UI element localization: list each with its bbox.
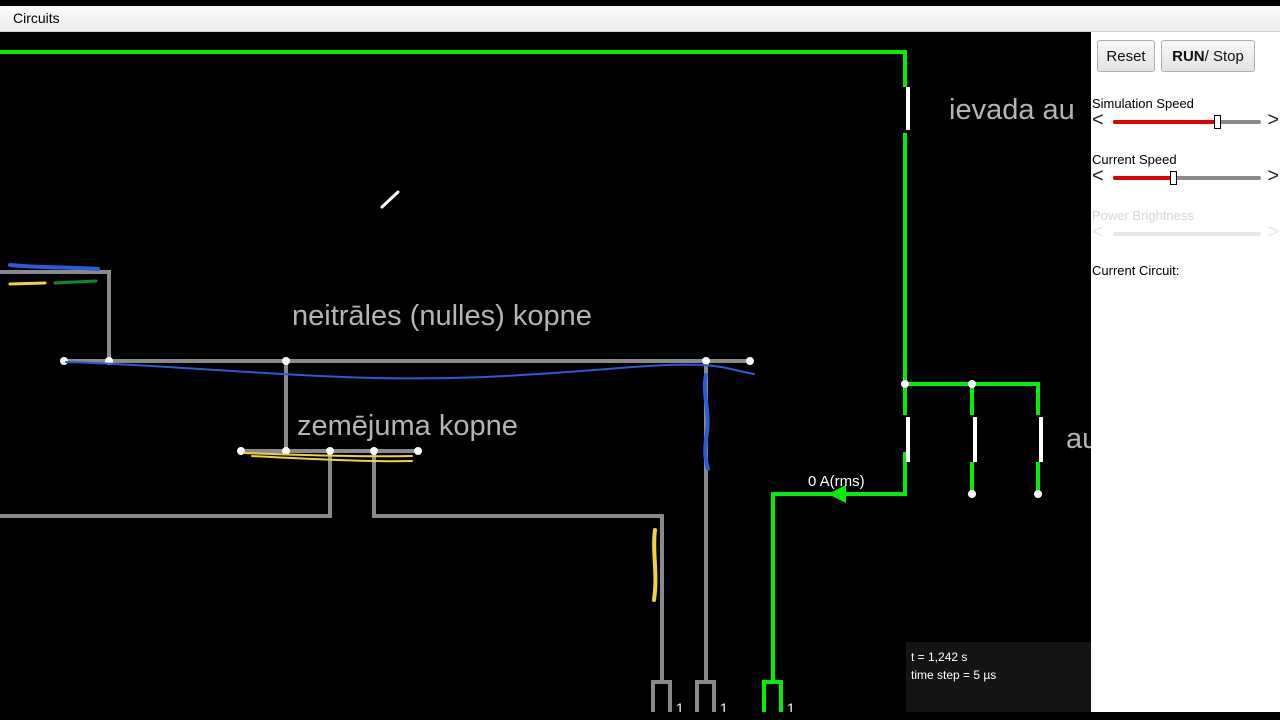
terminal-neutral-2 xyxy=(695,680,716,712)
chevron-left-icon[interactable]: < xyxy=(1092,166,1104,186)
pen-cursor-icon xyxy=(380,190,400,209)
yellow-vertical-mark xyxy=(652,528,658,602)
time-readout: t = 1,242 s xyxy=(911,650,968,664)
chevron-left-icon: < xyxy=(1092,221,1104,243)
slider-fill xyxy=(1113,176,1174,180)
terminal-label-3: 1 xyxy=(787,700,795,712)
current-readout: 0 A(rms) xyxy=(808,473,865,490)
right-label: au xyxy=(1066,423,1091,455)
ground-bus-label: zemējuma kopne xyxy=(297,410,518,442)
power-brightness-label: Power Brightness xyxy=(1092,208,1194,223)
live-wires[interactable] xyxy=(0,50,1040,712)
slider-track xyxy=(1113,232,1261,236)
chevron-right-icon: > xyxy=(1267,221,1279,243)
top-live-wire xyxy=(0,50,907,87)
terminal-live xyxy=(762,680,783,712)
stop-label: / Stop xyxy=(1204,47,1244,65)
slider-fill xyxy=(1113,120,1219,124)
menu-bar: Circuits xyxy=(0,6,1280,32)
current-circuit-label: Current Circuit: xyxy=(1092,263,1180,278)
terminal-label-1: 1 xyxy=(676,700,684,712)
ground-right-wire xyxy=(372,451,664,682)
circuit-canvas[interactable]: neitrāles (nulles) kopne zemējuma kopne … xyxy=(0,32,1091,712)
green-top-left-mark xyxy=(53,279,98,285)
power-brightness-slider: < > xyxy=(1091,221,1280,244)
circuit-drawing[interactable]: neitrāles (nulles) kopne zemējuma kopne … xyxy=(0,32,1091,712)
input-label: ievada au xyxy=(949,94,1075,126)
reset-button[interactable]: Reset xyxy=(1097,40,1155,72)
current-speed-slider[interactable]: < > xyxy=(1091,166,1280,188)
run-label: RUN xyxy=(1172,47,1205,65)
wire-nodes[interactable] xyxy=(60,357,1042,498)
yellow-top-left-mark xyxy=(8,281,47,286)
control-panel: Reset RUN / Stop Simulation Speed < > Cu… xyxy=(1091,32,1280,712)
blue-neutral-mark xyxy=(65,361,755,380)
menu-circuits[interactable]: Circuits xyxy=(7,10,66,26)
slider-track[interactable] xyxy=(1113,115,1261,129)
run-stop-button[interactable]: RUN / Stop xyxy=(1161,40,1255,72)
simulation-speed-label: Simulation Speed xyxy=(1092,96,1194,111)
simulation-speed-slider[interactable]: < > xyxy=(1091,110,1280,132)
terminal-label-2: 1 xyxy=(720,700,728,712)
neutral-feed-wire xyxy=(0,270,111,361)
neutral-bus-label: neitrāles (nulles) kopne xyxy=(292,300,592,332)
window-bottom-strip xyxy=(0,712,1280,720)
time-step-readout: time step = 5 µs xyxy=(911,668,997,682)
chevron-left-icon[interactable]: < xyxy=(1092,110,1104,130)
slider-thumb[interactable] xyxy=(1169,171,1177,185)
neutral-wires[interactable] xyxy=(0,270,750,712)
ground-left-wire xyxy=(0,451,332,518)
blue-top-left-mark xyxy=(8,263,100,271)
slider-track[interactable] xyxy=(1113,171,1261,185)
terminal-neutral-1 xyxy=(651,680,672,712)
slider-thumb[interactable] xyxy=(1214,115,1222,129)
simulation-info: t = 1,242 s time step = 5 µs xyxy=(906,642,1091,712)
annotation-marks xyxy=(8,190,755,602)
breakers[interactable] xyxy=(906,87,1043,462)
current-speed-label: Current Speed xyxy=(1092,152,1177,167)
chevron-right-icon[interactable]: > xyxy=(1267,166,1279,186)
chevron-right-icon[interactable]: > xyxy=(1267,110,1279,130)
